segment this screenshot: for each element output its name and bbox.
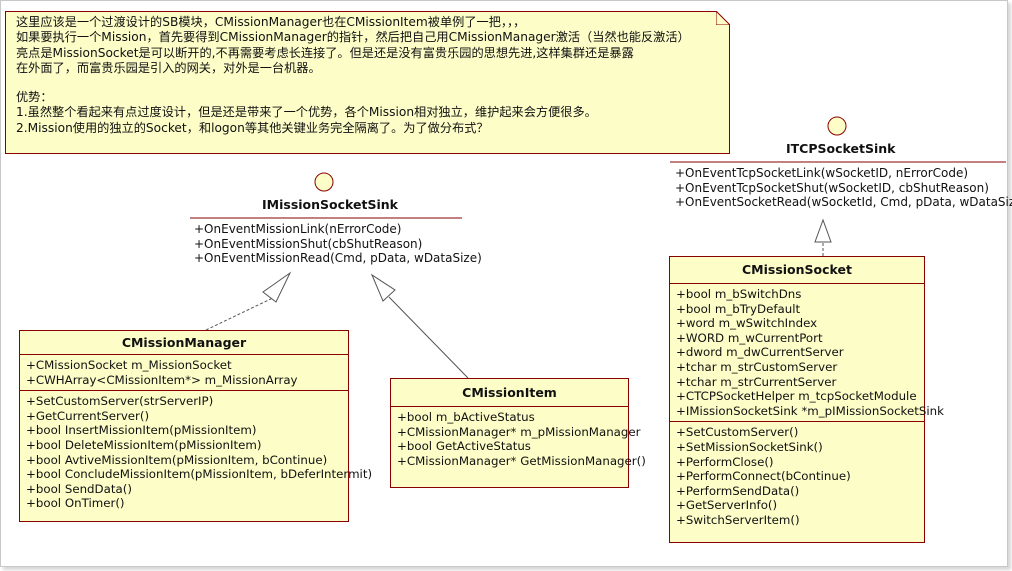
- class-operation: +GetServerInfo(): [676, 498, 778, 513]
- class-attribute: +tchar m_strCustomServer: [676, 359, 838, 374]
- class-operations: +SetCustomServer() +SetMissionSocketSink…: [670, 422, 924, 530]
- realization-line-item: [388, 296, 469, 379]
- note-line: 如果要执行一个Mission，首先要得到CMissionManager的指针，然…: [16, 30, 690, 45]
- class-attributes: +CMissionSocket m_MissionSocket +CWHArra…: [20, 355, 348, 392]
- note-line: 亮点是MissionSocket是可以断开的,不再需要考虑长连接了。但是还是没有…: [16, 45, 634, 60]
- note-line: 在外面了，而富贵乐园是引入的网关，对外是一台机器。: [16, 60, 321, 75]
- class-member: +CMissionManager* m_pMissionManager: [397, 424, 641, 439]
- note-blank-line: [16, 76, 723, 90]
- note-line: 1.虽然整个看起来有点过度设计，但是还是带来了一个优势，各个Mission相对独…: [16, 105, 597, 120]
- interface-operation: +OnEventTcpSocketLink(wSocketID, nErrorC…: [675, 166, 969, 180]
- class-attribute: +WORD m_wCurrentPort: [676, 330, 823, 345]
- class-member: +CMissionManager* GetMissionManager(): [397, 453, 646, 468]
- interface-operation: +OnEventSocketRead(wSocketId, Cmd, pData…: [675, 195, 1012, 209]
- realization-line-manager: [205, 294, 280, 331]
- class-operation: +PerformClose(): [676, 454, 774, 469]
- fold-corner-icon: [715, 9, 732, 26]
- itcpsocketsink-name: ITCPSocketSink: [786, 141, 896, 156]
- class-operation: +PerformConnect(bContinue): [676, 469, 851, 484]
- class-operation: +SetCustomServer(strServerIP): [26, 394, 214, 409]
- class-operation: +SetMissionSocketSink(): [676, 439, 823, 454]
- class-members: +bool m_bActiveStatus +CMissionManager* …: [391, 407, 646, 471]
- class-member: +bool m_bActiveStatus: [397, 410, 535, 424]
- class-member: +bool GetActiveStatus: [397, 439, 531, 454]
- class-name: CMissionSocket: [670, 257, 924, 284]
- class-name: CMissionItem: [391, 379, 628, 407]
- class-attribute: +CTCPSocketHelper m_tcpSocketModule: [676, 389, 917, 404]
- note-fold: [715, 9, 732, 26]
- interface-operation: +OnEventMissionRead(Cmd, pData, wDataSiz…: [194, 251, 482, 265]
- class-attribute: +CMissionSocket m_MissionSocket: [26, 358, 232, 372]
- class-operation: +GetCurrentServer(): [26, 408, 150, 423]
- interface-operation: +OnEventMissionLink(nErrorCode): [194, 222, 402, 236]
- imissionsocketsink-lollipop: [314, 172, 334, 192]
- class-attribute: +dword m_dwCurrentServer: [676, 345, 844, 360]
- note-line: 优势：: [16, 90, 53, 105]
- class-operations: +SetCustomServer(strServerIP) +GetCurren…: [20, 391, 373, 514]
- class-name: CMissionManager: [20, 331, 348, 355]
- class-operation: +bool SendData(): [26, 481, 132, 496]
- class-operation: +bool DeleteMissionItem(pMissionItem): [26, 437, 262, 452]
- design-note: 这里应该是一个过渡设计的SB模块，CMissionManager也在CMissi…: [5, 9, 732, 154]
- class-operation: +PerformSendData(): [676, 483, 800, 498]
- realization-arrowhead-item: [370, 273, 396, 302]
- class-attribute: +CWHArray<CMissionItem*> m_MissionArray: [26, 372, 298, 387]
- class-operation: +bool InsertMissionItem(pMissionItem): [26, 423, 257, 438]
- class-operation: +bool OnTimer(): [26, 496, 125, 511]
- imissionsocketsink-operations: +OnEventMissionLink(nErrorCode) +OnEvent…: [194, 222, 482, 266]
- class-operation: +SetCustomServer(): [676, 425, 799, 440]
- class-cmissionsocket: CMissionSocket +bool m_bSwitchDns +bool …: [669, 256, 944, 543]
- class-attribute: +bool m_bTryDefault: [676, 301, 801, 316]
- note-line: 2.Mission使用的独立的Socket，和logon等其他关键业务完全隔离了…: [16, 120, 489, 135]
- class-operation: +bool AvtiveMissionItem(pMissionItem, bC…: [26, 452, 328, 467]
- class-attribute: +bool m_bSwitchDns: [676, 287, 802, 301]
- realization-arrowhead-manager: [262, 271, 292, 303]
- itcpsocketsink-lollipop: [827, 116, 847, 136]
- class-cmissionmanager: CMissionManager +CMissionSocket m_Missio…: [19, 330, 373, 522]
- class-operation: +SwitchServerItem(): [676, 512, 800, 527]
- interface-operation: +OnEventTcpSocketShut(wSocketID, cbShutR…: [675, 180, 989, 195]
- realization-arrowhead-socket: [814, 218, 832, 243]
- imissionsocketsink-name: IMissionSocketSink: [262, 197, 398, 212]
- class-attributes: +bool m_bSwitchDns +bool m_bTryDefault +…: [670, 284, 944, 423]
- itcpsocketsink-operations: +OnEventTcpSocketLink(wSocketID, nErrorC…: [675, 166, 1012, 210]
- class-attribute: +word m_wSwitchIndex: [676, 316, 818, 331]
- class-cmissionitem: CMissionItem +bool m_bActiveStatus +CMis…: [390, 378, 646, 488]
- interface-operation: +OnEventMissionShut(cbShutReason): [194, 236, 423, 251]
- class-operation: +bool ConcludeMissionItem(pMissionItem, …: [26, 467, 373, 482]
- note-line: 这里应该是一个过渡设计的SB模块，CMissionManager也在CMissi…: [16, 15, 526, 29]
- class-attribute: +IMissionSocketSink *m_pIMissionSocketSi…: [676, 403, 944, 418]
- class-attribute: +tchar m_strCurrentServer: [676, 374, 837, 389]
